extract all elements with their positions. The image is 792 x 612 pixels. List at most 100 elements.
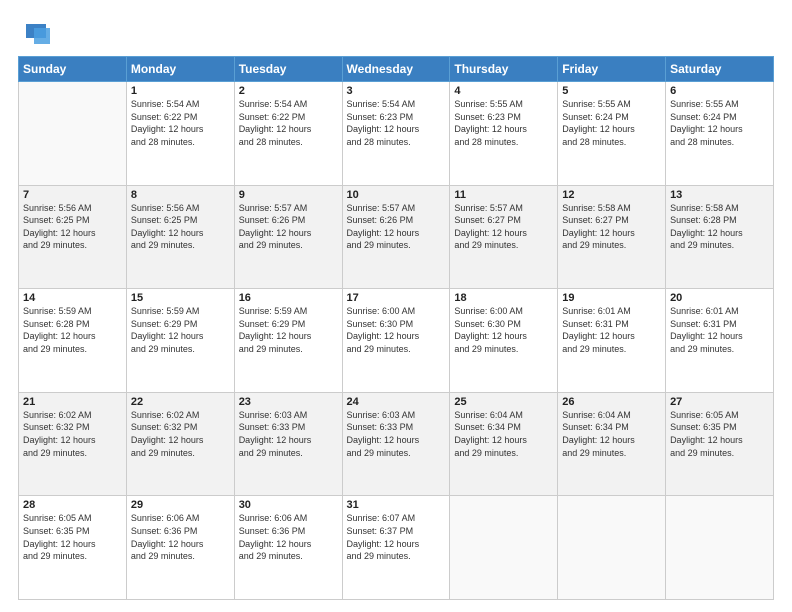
day-number: 31: [347, 499, 446, 511]
day-number: 21: [23, 396, 122, 408]
day-info: Sunrise: 6:00 AM Sunset: 6:30 PM Dayligh…: [454, 305, 553, 355]
calendar-day-cell: 13Sunrise: 5:58 AM Sunset: 6:28 PM Dayli…: [666, 185, 774, 289]
day-info: Sunrise: 6:04 AM Sunset: 6:34 PM Dayligh…: [454, 409, 553, 459]
day-number: 4: [454, 85, 553, 97]
calendar-day-cell: 24Sunrise: 6:03 AM Sunset: 6:33 PM Dayli…: [342, 392, 450, 496]
calendar-day-cell: 27Sunrise: 6:05 AM Sunset: 6:35 PM Dayli…: [666, 392, 774, 496]
day-info: Sunrise: 6:06 AM Sunset: 6:36 PM Dayligh…: [131, 512, 230, 562]
day-number: 24: [347, 396, 446, 408]
calendar-day-cell: [19, 82, 127, 186]
day-info: Sunrise: 6:02 AM Sunset: 6:32 PM Dayligh…: [131, 409, 230, 459]
day-number: 30: [239, 499, 338, 511]
calendar-day-cell: [558, 496, 666, 600]
day-info: Sunrise: 5:55 AM Sunset: 6:23 PM Dayligh…: [454, 98, 553, 148]
calendar-week-row: 14Sunrise: 5:59 AM Sunset: 6:28 PM Dayli…: [19, 289, 774, 393]
calendar-day-header: Tuesday: [234, 57, 342, 82]
day-number: 10: [347, 189, 446, 201]
day-info: Sunrise: 5:57 AM Sunset: 6:27 PM Dayligh…: [454, 202, 553, 252]
logo-icon: [18, 18, 46, 46]
day-info: Sunrise: 5:57 AM Sunset: 6:26 PM Dayligh…: [347, 202, 446, 252]
day-number: 26: [562, 396, 661, 408]
day-info: Sunrise: 5:59 AM Sunset: 6:28 PM Dayligh…: [23, 305, 122, 355]
calendar-day-header: Friday: [558, 57, 666, 82]
calendar-day-cell: 23Sunrise: 6:03 AM Sunset: 6:33 PM Dayli…: [234, 392, 342, 496]
calendar-day-cell: 12Sunrise: 5:58 AM Sunset: 6:27 PM Dayli…: [558, 185, 666, 289]
calendar-day-cell: 15Sunrise: 5:59 AM Sunset: 6:29 PM Dayli…: [126, 289, 234, 393]
day-info: Sunrise: 5:56 AM Sunset: 6:25 PM Dayligh…: [23, 202, 122, 252]
calendar-day-header: Wednesday: [342, 57, 450, 82]
calendar-day-cell: 14Sunrise: 5:59 AM Sunset: 6:28 PM Dayli…: [19, 289, 127, 393]
calendar-table: SundayMondayTuesdayWednesdayThursdayFrid…: [18, 56, 774, 600]
day-info: Sunrise: 5:54 AM Sunset: 6:23 PM Dayligh…: [347, 98, 446, 148]
logo: [18, 18, 50, 46]
calendar-day-header: Thursday: [450, 57, 558, 82]
calendar-day-cell: 3Sunrise: 5:54 AM Sunset: 6:23 PM Daylig…: [342, 82, 450, 186]
calendar-week-row: 7Sunrise: 5:56 AM Sunset: 6:25 PM Daylig…: [19, 185, 774, 289]
calendar-day-header: Saturday: [666, 57, 774, 82]
calendar-day-cell: 29Sunrise: 6:06 AM Sunset: 6:36 PM Dayli…: [126, 496, 234, 600]
calendar-day-cell: 8Sunrise: 5:56 AM Sunset: 6:25 PM Daylig…: [126, 185, 234, 289]
day-number: 7: [23, 189, 122, 201]
calendar-day-cell: 26Sunrise: 6:04 AM Sunset: 6:34 PM Dayli…: [558, 392, 666, 496]
calendar-day-cell: 16Sunrise: 5:59 AM Sunset: 6:29 PM Dayli…: [234, 289, 342, 393]
day-info: Sunrise: 6:00 AM Sunset: 6:30 PM Dayligh…: [347, 305, 446, 355]
day-info: Sunrise: 6:07 AM Sunset: 6:37 PM Dayligh…: [347, 512, 446, 562]
day-number: 23: [239, 396, 338, 408]
day-info: Sunrise: 6:01 AM Sunset: 6:31 PM Dayligh…: [562, 305, 661, 355]
page-header: [18, 18, 774, 46]
day-info: Sunrise: 5:58 AM Sunset: 6:28 PM Dayligh…: [670, 202, 769, 252]
day-number: 2: [239, 85, 338, 97]
day-info: Sunrise: 5:58 AM Sunset: 6:27 PM Dayligh…: [562, 202, 661, 252]
day-info: Sunrise: 6:05 AM Sunset: 6:35 PM Dayligh…: [23, 512, 122, 562]
day-number: 19: [562, 292, 661, 304]
day-info: Sunrise: 5:56 AM Sunset: 6:25 PM Dayligh…: [131, 202, 230, 252]
calendar-day-cell: 22Sunrise: 6:02 AM Sunset: 6:32 PM Dayli…: [126, 392, 234, 496]
day-number: 25: [454, 396, 553, 408]
calendar-day-cell: 2Sunrise: 5:54 AM Sunset: 6:22 PM Daylig…: [234, 82, 342, 186]
calendar-day-cell: 20Sunrise: 6:01 AM Sunset: 6:31 PM Dayli…: [666, 289, 774, 393]
day-number: 16: [239, 292, 338, 304]
calendar-day-cell: 6Sunrise: 5:55 AM Sunset: 6:24 PM Daylig…: [666, 82, 774, 186]
day-info: Sunrise: 5:59 AM Sunset: 6:29 PM Dayligh…: [239, 305, 338, 355]
day-number: 18: [454, 292, 553, 304]
calendar-week-row: 21Sunrise: 6:02 AM Sunset: 6:32 PM Dayli…: [19, 392, 774, 496]
day-number: 28: [23, 499, 122, 511]
calendar-day-cell: 31Sunrise: 6:07 AM Sunset: 6:37 PM Dayli…: [342, 496, 450, 600]
day-number: 8: [131, 189, 230, 201]
day-number: 29: [131, 499, 230, 511]
day-number: 17: [347, 292, 446, 304]
day-number: 20: [670, 292, 769, 304]
calendar-day-cell: 11Sunrise: 5:57 AM Sunset: 6:27 PM Dayli…: [450, 185, 558, 289]
day-info: Sunrise: 5:59 AM Sunset: 6:29 PM Dayligh…: [131, 305, 230, 355]
calendar-day-cell: 1Sunrise: 5:54 AM Sunset: 6:22 PM Daylig…: [126, 82, 234, 186]
day-number: 3: [347, 85, 446, 97]
day-info: Sunrise: 5:57 AM Sunset: 6:26 PM Dayligh…: [239, 202, 338, 252]
day-info: Sunrise: 5:54 AM Sunset: 6:22 PM Dayligh…: [239, 98, 338, 148]
calendar-day-cell: 7Sunrise: 5:56 AM Sunset: 6:25 PM Daylig…: [19, 185, 127, 289]
calendar-day-cell: [450, 496, 558, 600]
day-number: 5: [562, 85, 661, 97]
day-info: Sunrise: 6:06 AM Sunset: 6:36 PM Dayligh…: [239, 512, 338, 562]
day-number: 6: [670, 85, 769, 97]
day-number: 22: [131, 396, 230, 408]
calendar-week-row: 28Sunrise: 6:05 AM Sunset: 6:35 PM Dayli…: [19, 496, 774, 600]
day-number: 13: [670, 189, 769, 201]
day-number: 9: [239, 189, 338, 201]
calendar-day-header: Monday: [126, 57, 234, 82]
day-number: 12: [562, 189, 661, 201]
calendar-day-cell: 5Sunrise: 5:55 AM Sunset: 6:24 PM Daylig…: [558, 82, 666, 186]
calendar-day-cell: [666, 496, 774, 600]
day-number: 1: [131, 85, 230, 97]
calendar-day-cell: 18Sunrise: 6:00 AM Sunset: 6:30 PM Dayli…: [450, 289, 558, 393]
day-info: Sunrise: 6:05 AM Sunset: 6:35 PM Dayligh…: [670, 409, 769, 459]
calendar-day-cell: 19Sunrise: 6:01 AM Sunset: 6:31 PM Dayli…: [558, 289, 666, 393]
day-info: Sunrise: 6:02 AM Sunset: 6:32 PM Dayligh…: [23, 409, 122, 459]
calendar-day-header: Sunday: [19, 57, 127, 82]
day-number: 27: [670, 396, 769, 408]
day-info: Sunrise: 6:04 AM Sunset: 6:34 PM Dayligh…: [562, 409, 661, 459]
calendar-day-cell: 28Sunrise: 6:05 AM Sunset: 6:35 PM Dayli…: [19, 496, 127, 600]
day-number: 11: [454, 189, 553, 201]
calendar-day-cell: 17Sunrise: 6:00 AM Sunset: 6:30 PM Dayli…: [342, 289, 450, 393]
calendar-day-cell: 25Sunrise: 6:04 AM Sunset: 6:34 PM Dayli…: [450, 392, 558, 496]
day-info: Sunrise: 5:55 AM Sunset: 6:24 PM Dayligh…: [562, 98, 661, 148]
